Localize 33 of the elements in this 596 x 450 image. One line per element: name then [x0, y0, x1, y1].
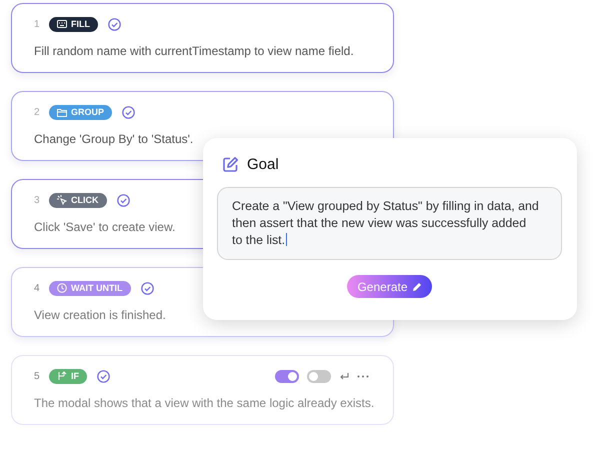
cursor-click-icon	[57, 195, 67, 205]
step-tag: WAIT UNTIL	[49, 280, 130, 296]
edit-icon	[222, 156, 239, 173]
step-number: 5	[34, 370, 41, 382]
branch-icon	[57, 371, 67, 381]
step-number: 1	[34, 18, 41, 30]
check-circle-icon	[140, 282, 154, 294]
step-description: View creation is finished.	[34, 308, 166, 322]
step-tag: GROUP	[49, 104, 112, 120]
keyboard-icon	[57, 20, 67, 28]
step-number: 2	[34, 106, 41, 118]
step-description: The modal shows that a view with the same logic already exists.	[34, 396, 374, 410]
step-description: Fill random name with currentTimestamp to view name field.	[34, 44, 354, 58]
step-tag: FILL	[49, 16, 98, 32]
folder-icon	[57, 108, 67, 116]
clock-icon	[57, 283, 67, 293]
check-circle-icon	[116, 194, 130, 206]
more-icon[interactable]	[357, 374, 369, 378]
step-number: 3	[34, 194, 41, 206]
check-circle-icon	[122, 106, 136, 118]
step-tag: CLICK	[49, 192, 106, 208]
check-circle-icon	[108, 18, 121, 30]
step-description: Click 'Save' to create view.	[34, 220, 176, 234]
goal-text-field[interactable]: Create a "View grouped by Status" by filling in data, and then assert that the new view was successfully added to the list.	[217, 187, 562, 260]
check-circle-icon	[97, 370, 110, 382]
step-number: 4	[34, 282, 41, 294]
toggle-switch[interactable]	[275, 370, 299, 382]
step-description: Change 'Group By' to 'Status'.	[34, 132, 194, 146]
step-tag: IF	[49, 368, 87, 384]
goal-title: Goal	[247, 156, 279, 173]
toggle-switch[interactable]	[307, 370, 331, 382]
pencil-icon	[412, 282, 422, 292]
enter-icon[interactable]	[339, 372, 349, 380]
